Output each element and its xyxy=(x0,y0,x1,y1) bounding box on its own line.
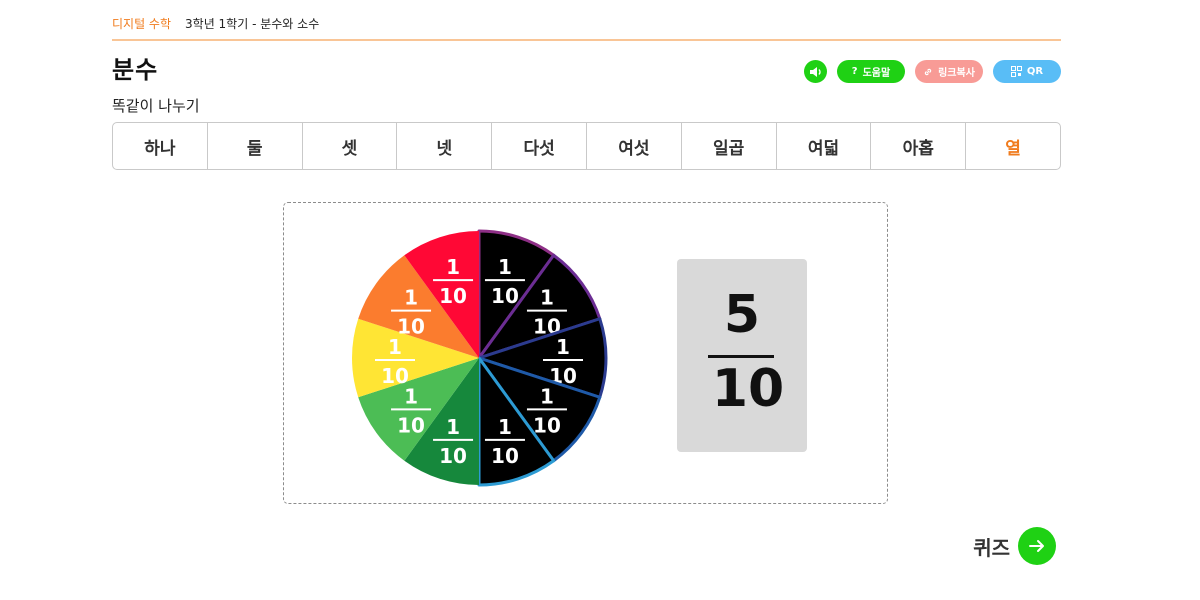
qr-button[interactable]: QR xyxy=(993,60,1061,83)
fraction-denominator: 10 xyxy=(711,359,785,419)
tab-10[interactable]: 열 xyxy=(966,123,1060,169)
slice-denominator: 10 xyxy=(381,364,409,388)
fraction-card: 5 10 xyxy=(677,259,807,452)
slice-numerator: 1 xyxy=(446,415,460,439)
question-icon: ? xyxy=(851,65,858,77)
tab-5[interactable]: 다섯 xyxy=(492,123,587,169)
slice-denominator: 10 xyxy=(491,284,519,308)
qr-label: QR xyxy=(1026,66,1044,77)
copy-link-button[interactable]: 링크복사 xyxy=(915,60,983,83)
slice-numerator: 1 xyxy=(498,415,512,439)
slice-numerator: 1 xyxy=(446,255,460,279)
fraction-stage: 1 10 1 10 1 10 1 10 1 10 1 10 1 10 1 10 1 10 1 10 5 10 xyxy=(283,202,888,504)
slice-numerator: 1 xyxy=(540,286,554,310)
tab-3[interactable]: 셋 xyxy=(303,123,398,169)
page-title: 분수 xyxy=(112,56,159,84)
header-divider xyxy=(112,39,1061,41)
help-button[interactable]: ? 도움말 xyxy=(837,60,905,83)
toolbar: ? 도움말 링크복사 QR xyxy=(804,60,1061,83)
slice-denominator: 10 xyxy=(439,444,467,468)
breadcrumb: 디지털 수학 3학년 1학기 - 분수와 소수 xyxy=(112,14,319,32)
slice-denominator: 10 xyxy=(397,413,425,437)
slice-denominator: 10 xyxy=(491,444,519,468)
tab-1[interactable]: 하나 xyxy=(113,123,208,169)
copy-link-label: 링크복사 xyxy=(938,68,975,79)
division-tabs: 하나 둘 셋 넷 다섯 여섯 일곱 여덟 아홉 열 xyxy=(112,122,1061,170)
slice-numerator: 1 xyxy=(498,255,512,279)
quiz-button[interactable]: 퀴즈 xyxy=(973,527,1056,565)
quiz-label: 퀴즈 xyxy=(973,535,1010,560)
fraction-numerator: 5 xyxy=(723,285,761,345)
slice-numerator: 1 xyxy=(556,335,570,359)
speaker-icon xyxy=(809,66,821,77)
tab-2[interactable]: 둘 xyxy=(208,123,303,169)
fraction-pie: 110 110110110110110110110110110 xyxy=(352,229,608,487)
breadcrumb-path: 3학년 1학기 - 분수와 소수 xyxy=(185,16,320,31)
qr-icon xyxy=(1010,66,1022,77)
link-icon xyxy=(923,67,933,77)
slice-denominator: 10 xyxy=(397,315,425,339)
tab-8[interactable]: 여덟 xyxy=(777,123,872,169)
tab-7[interactable]: 일곱 xyxy=(682,123,777,169)
sound-button[interactable] xyxy=(804,60,827,83)
section-subtitle: 똑같이 나누기 xyxy=(112,97,200,115)
tab-4[interactable]: 넷 xyxy=(397,123,493,169)
fraction-bar xyxy=(708,355,774,358)
slice-denominator: 10 xyxy=(439,284,467,308)
breadcrumb-app: 디지털 수학 xyxy=(112,16,172,31)
help-label: 도움말 xyxy=(862,68,891,79)
tab-9[interactable]: 아홉 xyxy=(871,123,967,169)
slice-numerator: 1 xyxy=(540,384,554,408)
arrow-right-icon xyxy=(1018,527,1056,565)
slice-numerator: 1 xyxy=(404,286,418,310)
tab-6[interactable]: 여섯 xyxy=(587,123,682,169)
slice-denominator: 10 xyxy=(533,413,561,437)
